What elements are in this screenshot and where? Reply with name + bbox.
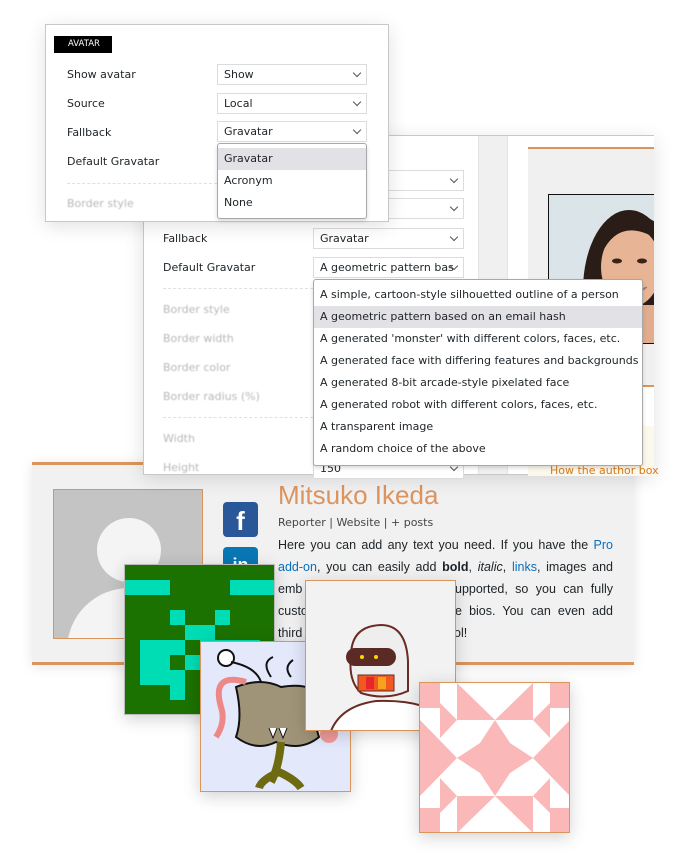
chevron-down-icon [449, 232, 459, 242]
bio-line-2: add-on, you can easily add bold, italic,… [278, 560, 614, 574]
facebook-icon[interactable]: f [223, 502, 258, 537]
bio-line-4-start: custo [278, 604, 308, 618]
source-label: Source [67, 97, 105, 110]
fallback-dropdown: Gravatar Acronym None [217, 143, 367, 219]
identicon-avatar-image [419, 682, 570, 833]
fallback-label: Fallback [67, 126, 112, 139]
chevron-down-icon [352, 125, 362, 135]
bio-line-4-end: e bios. You can even add [455, 604, 613, 618]
border-style-label: Border style [67, 197, 134, 210]
fallback-label: Fallback [163, 232, 208, 245]
default-gravatar-label: Default Gravatar [67, 155, 160, 168]
bio-line-3-end: upported, so you can fully [455, 582, 613, 596]
border-radius-label: Border radius (%) [163, 390, 260, 403]
show-avatar-label: Show avatar [67, 68, 136, 81]
chevron-down-icon [352, 97, 362, 107]
default-gravatar-select[interactable]: A geometric pattern bas [313, 257, 464, 278]
fallback-select[interactable]: Gravatar [313, 228, 464, 249]
author-name[interactable]: Mitsuko Ikeda [278, 480, 438, 511]
source-value: Local [224, 97, 253, 110]
settings-panel-front: AVATAR Show avatar Show Source Local Fal… [45, 24, 389, 222]
fallback-option-none[interactable]: None [218, 192, 366, 214]
gravatar-option-identicon[interactable]: A geometric pattern based on an email ha… [314, 306, 642, 328]
gravatar-option-mystery[interactable]: A simple, cartoon-style silhouetted outl… [314, 284, 642, 306]
pro-link[interactable]: Pro [594, 538, 613, 552]
fallback-select[interactable]: Gravatar [217, 121, 367, 142]
gravatar-option-retro[interactable]: A generated 8-bit arcade-style pixelated… [314, 372, 642, 394]
chevron-down-icon [449, 174, 459, 184]
default-gravatar-value: A geometric pattern bas [320, 261, 454, 274]
fallback-value: Gravatar [320, 232, 369, 245]
show-avatar-value: Show [224, 68, 254, 81]
show-avatar-select[interactable]: Show [217, 64, 367, 85]
fallback-option-gravatar[interactable]: Gravatar [218, 148, 366, 170]
width-label: Width [163, 432, 195, 445]
gravatar-option-random[interactable]: A random choice of the above [314, 438, 642, 460]
chevron-down-icon [352, 68, 362, 78]
gravatar-option-blank[interactable]: A transparent image [314, 416, 642, 438]
links-link[interactable]: links [512, 560, 537, 574]
border-width-label: Border width [163, 332, 234, 345]
gravatar-option-monsterid[interactable]: A generated 'monster' with different col… [314, 328, 642, 350]
addon-link[interactable]: add-on [278, 560, 317, 574]
avatar-section-badge: AVATAR [54, 36, 112, 53]
chevron-down-icon [449, 202, 459, 212]
border-style-label: Border style [163, 303, 230, 316]
default-gravatar-label: Default Gravatar [163, 261, 256, 274]
bio-line-3-start: emb [278, 582, 303, 596]
divider [163, 288, 313, 289]
source-select[interactable]: Local [217, 93, 367, 114]
author-meta: Reporter | Website | + posts [278, 516, 434, 529]
divider [163, 417, 313, 418]
default-gravatar-dropdown: A simple, cartoon-style silhouetted outl… [313, 279, 643, 466]
gravatar-option-robohash[interactable]: A generated robot with different colors,… [314, 394, 642, 416]
fallback-option-acronym[interactable]: Acronym [218, 170, 366, 192]
gravatar-option-wavatar[interactable]: A generated face with differing features… [314, 350, 642, 372]
fallback-value: Gravatar [224, 125, 273, 138]
divider [67, 183, 217, 184]
bio-line-1: Here you can add any text you need. If y… [278, 538, 613, 552]
border-color-label: Border color [163, 361, 231, 374]
height-label: Height [163, 461, 200, 474]
